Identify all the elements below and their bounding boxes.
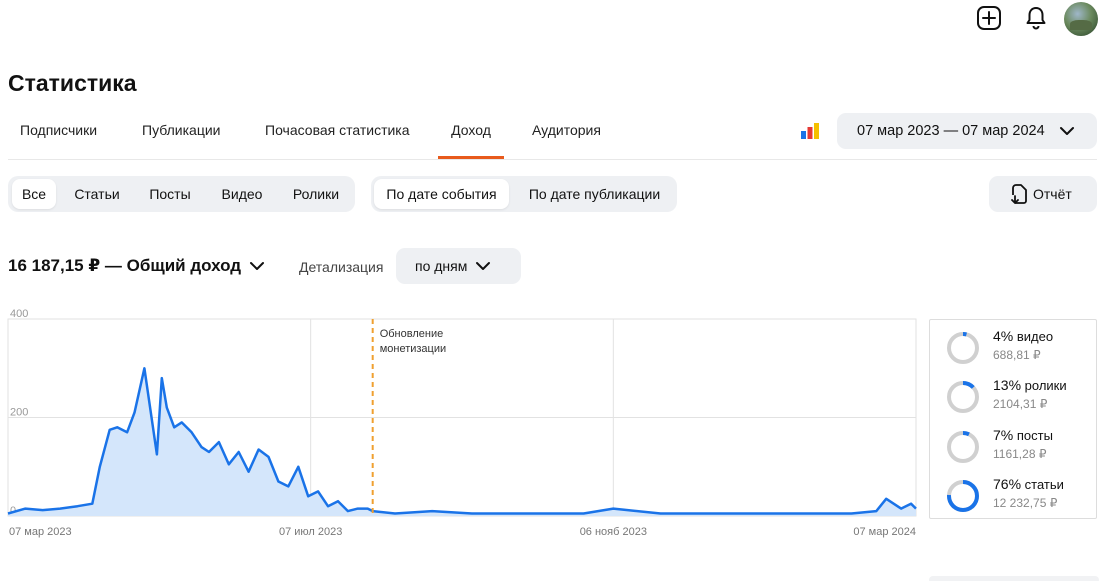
scroll-hint [929, 576, 1099, 581]
notifications-button[interactable] [1022, 4, 1050, 32]
content-type-filter: Все Статьи Посты Видео Ролики [8, 176, 355, 212]
annotation-label: монетизации [380, 343, 446, 355]
tab-audience[interactable]: Аудитория [532, 122, 601, 159]
date-range-label: 07 мар 2023 — 07 мар 2024 [857, 123, 1045, 139]
report-button-label: Отчёт [1033, 186, 1072, 202]
tab-hourly[interactable]: Почасовая статистика [265, 122, 410, 159]
donut-track [947, 332, 979, 364]
tab-publications[interactable]: Публикации [142, 122, 220, 159]
filter-all[interactable]: Все [12, 179, 56, 209]
filter-video[interactable]: Видео [210, 179, 274, 209]
bell-icon [1026, 7, 1046, 30]
donut-icon [947, 381, 979, 413]
create-button[interactable] [975, 4, 1003, 32]
income-chart[interactable]: 4002000Обновлениемонетизации07 мар 2023 0… [0, 300, 925, 550]
legend-label: видео [1016, 329, 1054, 344]
donut-icon [947, 431, 979, 463]
date-range-picker[interactable]: 07 мар 2023 — 07 мар 2024 [837, 113, 1097, 149]
legend-pct: 76% [993, 476, 1022, 492]
legend-amount: 1161,28 ₽ [993, 447, 1047, 461]
annotation-label: Обновление [380, 328, 444, 340]
filter-articles[interactable]: Статьи [64, 179, 130, 209]
legend-label: посты [1016, 428, 1053, 443]
bar-chart-icon[interactable] [800, 122, 820, 140]
legend-item-articles: 76% статьи 12 232,75 ₽ [946, 476, 1096, 516]
page-title: Статистика [8, 70, 137, 96]
filter-posts[interactable]: Посты [138, 179, 202, 209]
legend-item-posts: 7% посты 1161,28 ₽ [946, 427, 1096, 467]
document-download-icon [1011, 184, 1027, 204]
chevron-down-icon [1060, 127, 1074, 135]
donut-track [947, 431, 979, 463]
y-tick-label: 200 [10, 407, 28, 419]
y-tick-label: 400 [10, 308, 28, 320]
x-tick-label: 06 нояб 2023 [580, 526, 647, 538]
legend-pct-line: 4% видео [993, 328, 1053, 344]
legend-item-shorts: 13% ролики 2104,31 ₽ [946, 377, 1096, 417]
legend-amount: 12 232,75 ₽ [993, 496, 1058, 510]
legend-amount: 2104,31 ₽ [993, 397, 1048, 411]
legend-pct: 13% [993, 377, 1022, 393]
legend-pct: 4% [993, 328, 1014, 344]
donut-icon [947, 480, 979, 512]
avatar[interactable] [1064, 2, 1098, 36]
legend-amount: 688,81 ₽ [993, 348, 1041, 362]
legend-item-video: 4% видео 688,81 ₽ [946, 328, 1096, 368]
tab-income-label: Доход [451, 122, 491, 138]
legend-pct-line: 13% ролики [993, 377, 1067, 393]
mode-by-publication-date[interactable]: По дате публикации [517, 179, 672, 209]
filter-shorts[interactable]: Ролики [281, 179, 351, 209]
legend-pct: 7% [993, 427, 1014, 443]
chevron-down-icon [250, 262, 265, 270]
x-tick-label: 07 мар 2023 [9, 526, 72, 538]
income-breakdown-legend: 4% видео 688,81 ₽ 13% ролики 2104,31 ₽ 7… [929, 319, 1097, 519]
chevron-down-icon [476, 262, 491, 270]
legend-pct-line: 76% статьи [993, 476, 1064, 492]
detail-label: Детализация [299, 259, 384, 275]
legend-label: ролики [1024, 378, 1067, 393]
x-tick-label: 07 мар 2024 [853, 526, 916, 538]
legend-label: статьи [1024, 477, 1064, 492]
x-tick-label: 07 июл 2023 [279, 526, 342, 538]
detail-value: по дням [415, 258, 468, 274]
mode-by-event-date[interactable]: По дате события [374, 179, 509, 209]
tab-income[interactable]: Доход [438, 122, 504, 159]
tab-subscribers[interactable]: Подписчики [20, 122, 97, 159]
plus-square-icon [977, 6, 1001, 30]
donut-icon [947, 332, 979, 364]
report-button[interactable]: Отчёт [989, 176, 1097, 212]
detail-dropdown[interactable]: по дням [396, 248, 521, 284]
total-income-label: 16 187,15 ₽ — Общий доход [8, 256, 242, 275]
total-income-dropdown[interactable]: 16 187,15 ₽ — Общий доход [8, 256, 265, 276]
legend-pct-line: 7% посты [993, 427, 1053, 443]
date-mode-filter: По дате события По дате публикации [371, 176, 677, 212]
series-area [8, 368, 916, 516]
